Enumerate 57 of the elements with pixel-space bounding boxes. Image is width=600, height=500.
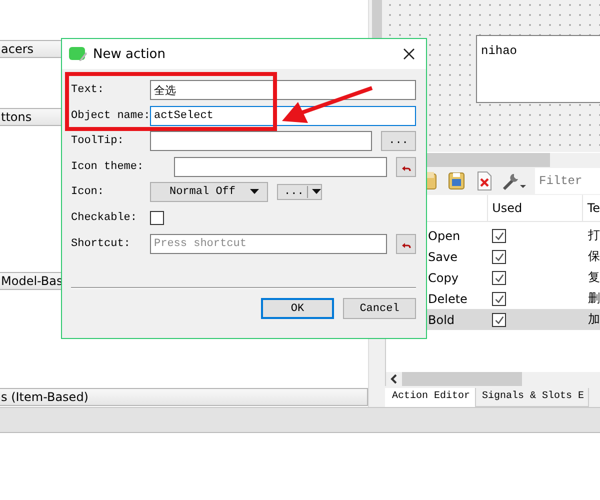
check-icon xyxy=(492,292,505,305)
more-button[interactable]: ... xyxy=(381,131,416,152)
table-cell: 加 xyxy=(588,312,600,326)
field-label: Icon theme: xyxy=(71,160,145,173)
filter-field[interactable]: Filter xyxy=(535,168,600,194)
table-row[interactable]: Save 保 xyxy=(386,246,600,267)
close-icon[interactable] xyxy=(402,47,416,61)
tab[interactable]: Action Editor xyxy=(385,388,476,407)
table-row[interactable]: Open 打 xyxy=(386,225,600,246)
table-cell: Save xyxy=(428,250,458,264)
check-icon xyxy=(492,314,505,326)
reset-button[interactable] xyxy=(396,156,416,177)
checkbox[interactable] xyxy=(492,292,506,306)
label-widget[interactable]: nihao xyxy=(476,35,600,103)
check-icon xyxy=(492,230,505,242)
window-title: New action xyxy=(93,46,167,62)
checkbox[interactable] xyxy=(492,250,506,264)
input-field[interactable] xyxy=(174,156,387,177)
checkbox[interactable] xyxy=(150,210,164,225)
table-cell: 保 xyxy=(588,249,600,263)
column-header[interactable]: Te xyxy=(582,195,600,221)
checkbox[interactable] xyxy=(492,228,506,243)
section-header[interactable]: s (Item-Based) xyxy=(0,388,368,406)
table-cell: 复 xyxy=(588,270,600,284)
tab[interactable]: Signals & Slots E xyxy=(475,388,590,407)
table-cell: Open xyxy=(428,228,460,242)
input-field[interactable]: 全选 xyxy=(150,80,416,100)
more-dropdown[interactable]: ... xyxy=(277,184,322,200)
input-field[interactable]: actSelect xyxy=(150,106,416,126)
table-cell: 打 xyxy=(588,228,600,242)
table-cell: Delete xyxy=(428,292,468,306)
table-cell: 删 xyxy=(588,291,600,305)
field-label: Object name: xyxy=(71,110,150,122)
table-cell: Copy xyxy=(428,270,458,284)
table-cell: Bold xyxy=(428,312,455,326)
check-icon xyxy=(492,250,505,263)
reset-button[interactable] xyxy=(396,234,416,254)
field-label: Icon: xyxy=(71,186,106,198)
input-field[interactable] xyxy=(150,131,372,152)
dialog-button[interactable]: Cancel xyxy=(343,298,416,320)
checkbox[interactable] xyxy=(492,312,506,327)
field-label: Checkable: xyxy=(71,212,138,224)
table-row[interactable]: Copy 复 xyxy=(386,267,600,288)
field-label: Text: xyxy=(71,84,106,96)
save-icon[interactable] xyxy=(447,170,467,192)
app-icon xyxy=(69,46,87,62)
checkbox[interactable] xyxy=(492,270,506,285)
dialog-button[interactable]: OK xyxy=(261,298,334,320)
caret-icon xyxy=(312,189,321,196)
mode-dropdown[interactable]: Normal Off xyxy=(150,182,268,202)
delete-icon[interactable] xyxy=(475,170,493,192)
check-icon xyxy=(492,272,505,284)
column-header[interactable]: Used xyxy=(487,195,582,221)
caret-icon xyxy=(250,189,258,196)
field-label: Shortcut: xyxy=(71,238,132,250)
field-label: ToolTip: xyxy=(71,135,125,148)
shortcut-field[interactable]: Press shortcut xyxy=(150,234,387,254)
